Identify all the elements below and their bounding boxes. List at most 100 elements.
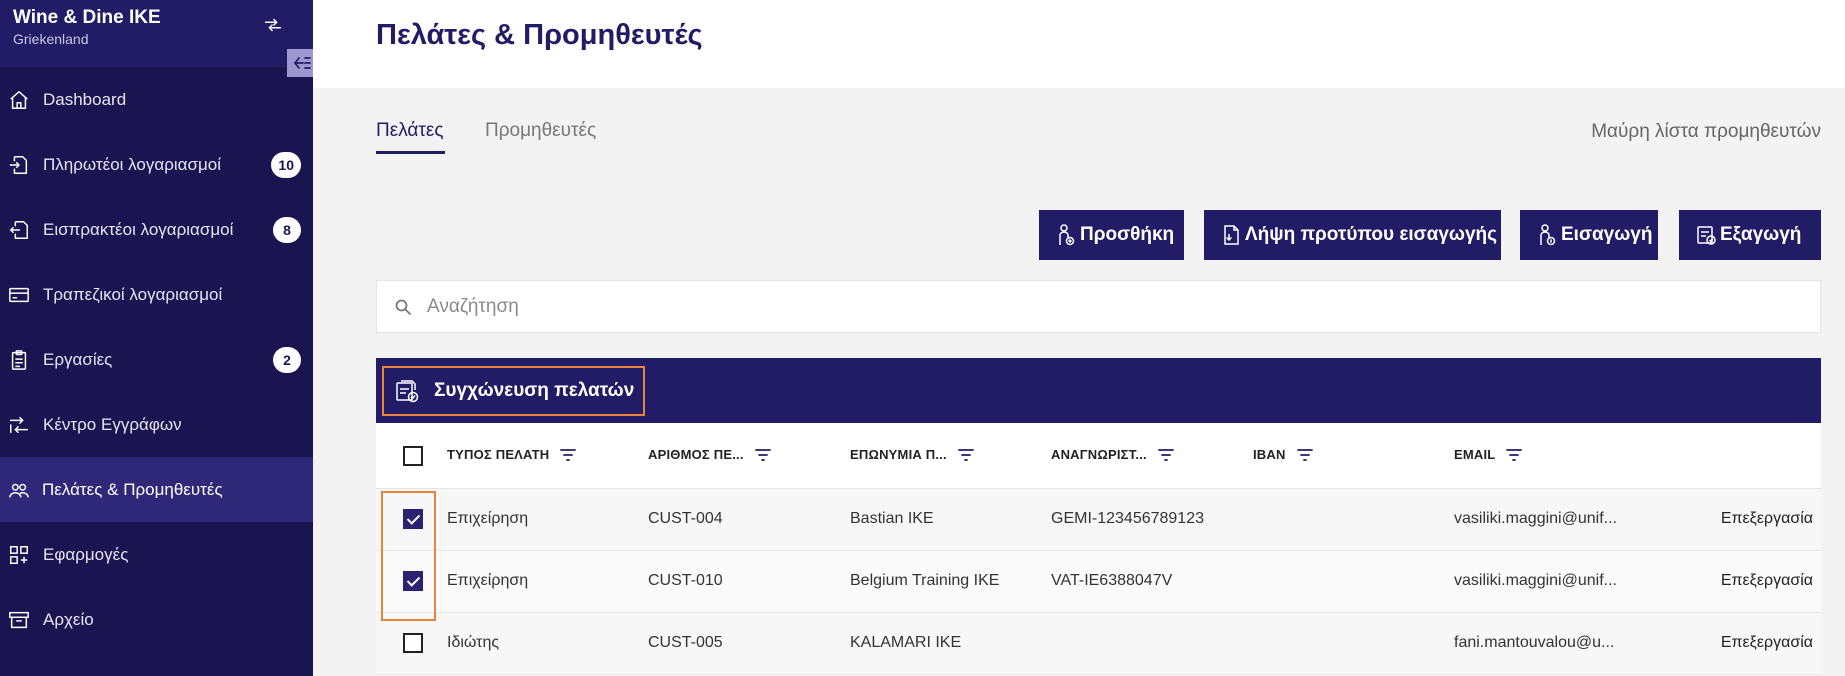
- sidebar-item-apps[interactable]: Εφαρμογές: [0, 522, 313, 587]
- import-button-label: Εισαγωγή: [1561, 224, 1653, 245]
- merge-customers-label: Συγχώνευση πελατών: [434, 380, 635, 401]
- count-badge: 2: [273, 346, 301, 373]
- row-checkbox[interactable]: [403, 571, 423, 591]
- sidebar-item-tasks[interactable]: Εργασίες 2: [0, 327, 313, 392]
- column-header-email[interactable]: EMAIL: [1454, 447, 1523, 462]
- sidebar-item-label: Dashboard: [43, 89, 127, 109]
- search-bar: [376, 280, 1821, 333]
- sidebar-item-payables[interactable]: Πληρωτέοι λογαριασμοί 10: [0, 132, 313, 197]
- bulk-action-bar: Συγχώνευση πελατών: [376, 358, 1821, 423]
- template-download-icon: [1224, 225, 1239, 245]
- column-header-customer-number[interactable]: ΑΡΙΘΜΟΣ ΠΕ...: [648, 447, 772, 462]
- cell-identifier: GEMI-123456789123: [1051, 510, 1204, 527]
- filter-icon[interactable]: [957, 448, 975, 462]
- add-button-label: Προσθήκη: [1080, 224, 1175, 245]
- table-row[interactable]: Ιδιώτης CUST-005 KALAMARI IKE fani.manto…: [376, 613, 1821, 675]
- column-header-label: ΑΡΙΘΜΟΣ ΠΕ...: [648, 447, 744, 462]
- column-header-label: ΑΝΑΓΝΩΡΙΣΤ...: [1051, 447, 1147, 462]
- table-row[interactable]: Επιχείρηση CUST-004 Bastian IKE GEMI-123…: [376, 489, 1821, 551]
- sidebar-item-document-center[interactable]: Κέντρο Εγγράφων: [0, 392, 313, 457]
- merge-customers-button[interactable]: Συγχώνευση πελατών: [382, 366, 645, 416]
- sidebar-item-archive[interactable]: Αρχείο: [0, 587, 313, 652]
- cell-company-name: Bastian IKE: [850, 510, 934, 527]
- column-header-customer-type[interactable]: ΤΥΠΟΣ ΠΕΛΑΤΗ: [447, 447, 577, 462]
- table-row[interactable]: Επιχείρηση CUST-010 Belgium Training IKE…: [376, 551, 1821, 613]
- count-badge: 8: [273, 216, 301, 243]
- archive-icon: [9, 611, 29, 629]
- page-title: Πελάτες & Προμηθευτές: [376, 19, 703, 51]
- tab-suppliers[interactable]: Προμηθευτές: [485, 120, 596, 142]
- table-body: Επιχείρηση CUST-004 Bastian IKE GEMI-123…: [376, 489, 1821, 675]
- column-header-company-name[interactable]: ΕΠΩΝΥΜΙΑ Π...: [850, 447, 975, 462]
- cell-customer-type: Επιχείρηση: [447, 572, 529, 589]
- company-switcher[interactable]: Wine & Dine IKE Griekenland: [0, 0, 313, 67]
- cell-customer-type: Ιδιώτης: [447, 634, 500, 651]
- edit-link[interactable]: Επεξεργασία: [1721, 634, 1813, 652]
- filter-icon[interactable]: [1505, 448, 1523, 462]
- sidebar-item-label: Τραπεζικοί λογαριασμοί: [43, 284, 223, 304]
- count-badge: 10: [271, 151, 301, 178]
- sidebar-item-label: Εισπρακτέοι λογαριασμοί: [43, 219, 234, 239]
- company-country: Griekenland: [13, 31, 89, 47]
- select-all-checkbox[interactable]: [403, 446, 423, 466]
- active-tab-indicator: [376, 151, 445, 154]
- column-header-label: IBAN: [1253, 447, 1286, 462]
- search-icon: [395, 299, 411, 315]
- sidebar-item-dashboard[interactable]: Dashboard: [0, 67, 313, 132]
- row-checkbox[interactable]: [403, 633, 423, 653]
- sidebar-item-customers-suppliers[interactable]: Πελάτες & Προμηθευτές: [0, 457, 313, 522]
- cell-email: fani.mantouvalou@u...: [1454, 634, 1615, 651]
- sidebar-item-label: Εργασίες: [43, 349, 113, 369]
- tab-customers[interactable]: Πελάτες: [376, 120, 444, 142]
- table-header: ΤΥΠΟΣ ΠΕΛΑΤΗ ΑΡΙΘΜΟΣ ΠΕ... ΕΠΩΝΥΜΙΑ Π...…: [376, 423, 1821, 489]
- switch-arrows-icon[interactable]: [262, 14, 284, 36]
- company-name: Wine & Dine IKE: [13, 7, 161, 28]
- import-person-icon: [1540, 224, 1556, 246]
- cell-customer-type: Επιχείρηση: [447, 510, 529, 527]
- cell-company-name: Belgium Training IKE: [850, 572, 1000, 589]
- cell-company-name: KALAMARI IKE: [850, 634, 962, 651]
- cell-customer-number: CUST-005: [648, 634, 723, 651]
- search-input[interactable]: [427, 291, 1807, 323]
- download-import-template-label: Λήψη προτύπου εισαγωγής: [1245, 224, 1498, 245]
- bank-card-icon: [9, 287, 29, 303]
- clipboard-icon: [11, 350, 27, 370]
- sidebar-item-label: Κέντρο Εγγράφων: [43, 414, 182, 434]
- filter-icon[interactable]: [559, 448, 577, 462]
- cell-email: vasiliki.maggini@unif...: [1454, 572, 1617, 589]
- sidebar-item-label: Πληρωτέοι λογαριασμοί: [43, 154, 222, 174]
- row-checkbox[interactable]: [403, 509, 423, 529]
- column-header-iban[interactable]: IBAN: [1253, 447, 1314, 462]
- supplier-blacklist-link[interactable]: Μαύρη λίστα προμηθευτών: [1591, 121, 1821, 143]
- edit-link[interactable]: Επεξεργασία: [1721, 510, 1813, 528]
- import-button[interactable]: Εισαγωγή: [1520, 210, 1658, 260]
- sidebar-item-label: Πελάτες & Προμηθευτές: [42, 479, 223, 499]
- export-button-label: Εξαγωγή: [1720, 224, 1802, 245]
- column-header-label: ΕΠΩΝΥΜΙΑ Π...: [850, 447, 947, 462]
- filter-icon[interactable]: [1296, 448, 1314, 462]
- payables-icon: [9, 156, 28, 174]
- page-header: Πελάτες & Προμηθευτές: [313, 0, 1845, 88]
- edit-link[interactable]: Επεξεργασία: [1721, 572, 1813, 590]
- sidebar-item-label: Αρχείο: [43, 609, 94, 629]
- export-document-icon: [1697, 226, 1716, 245]
- filter-icon[interactable]: [754, 448, 772, 462]
- column-header-label: EMAIL: [1454, 447, 1496, 462]
- sidebar-item-label: Εφαρμογές: [43, 544, 129, 564]
- cell-customer-number: CUST-010: [648, 572, 723, 589]
- sidebar-item-receivables[interactable]: Εισπρακτέοι λογαριασμοί 8: [0, 197, 313, 262]
- filter-icon[interactable]: [1157, 448, 1175, 462]
- contacts-icon: [9, 483, 29, 498]
- apps-icon: [10, 546, 28, 564]
- add-button[interactable]: Προσθήκη: [1039, 210, 1184, 260]
- customers-table: ΤΥΠΟΣ ΠΕΛΑΤΗ ΑΡΙΘΜΟΣ ΠΕ... ΕΠΩΝΥΜΙΑ Π...…: [376, 423, 1821, 675]
- column-header-identifier[interactable]: ΑΝΑΓΝΩΡΙΣΤ...: [1051, 447, 1175, 462]
- cell-customer-number: CUST-004: [648, 510, 723, 527]
- cell-email: vasiliki.maggini@unif...: [1454, 510, 1617, 527]
- download-import-template-button[interactable]: Λήψη προτύπου εισαγωγής: [1204, 210, 1501, 260]
- sidebar-item-bank-accounts[interactable]: Τραπεζικοί λογαριασμοί: [0, 262, 313, 327]
- merge-document-icon: [396, 380, 419, 403]
- home-icon: [10, 91, 28, 109]
- sidebar-nav: Dashboard Πληρωτέοι λογαριασμοί 10 Εισπρ…: [0, 67, 313, 652]
- export-button[interactable]: Εξαγωγή: [1679, 210, 1821, 260]
